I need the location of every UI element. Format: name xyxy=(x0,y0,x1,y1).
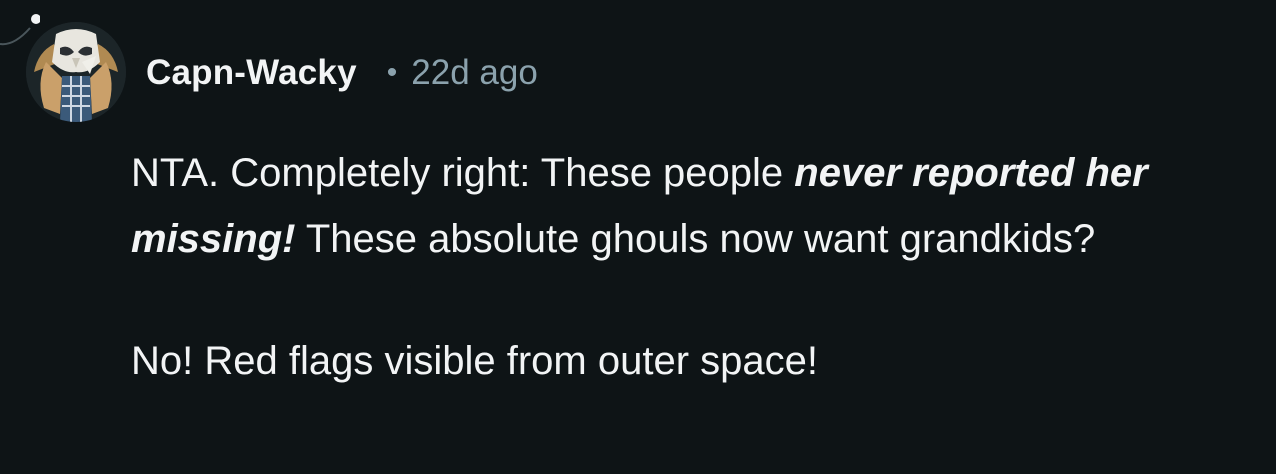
comment-header: Capn-Wacky • 22d ago xyxy=(146,50,538,96)
comment-body: NTA. Completely right: These people neve… xyxy=(131,140,1261,394)
comment-timestamp[interactable]: 22d ago xyxy=(411,53,538,93)
user-avatar[interactable] xyxy=(26,22,126,122)
meta-separator: • xyxy=(386,56,398,89)
paragraph-text: NTA. Completely right: These people xyxy=(131,151,795,195)
paragraph-text: These absolute ghouls now want grandkids… xyxy=(295,217,1096,261)
user-avatar-icon xyxy=(26,22,126,122)
paragraph-text: No! Red flags visible from outer space! xyxy=(131,339,818,383)
comment-paragraph: NTA. Completely right: These people neve… xyxy=(131,140,1261,272)
comment-paragraph: No! Red flags visible from outer space! xyxy=(131,328,1261,394)
username-link[interactable]: Capn-Wacky xyxy=(146,53,357,93)
